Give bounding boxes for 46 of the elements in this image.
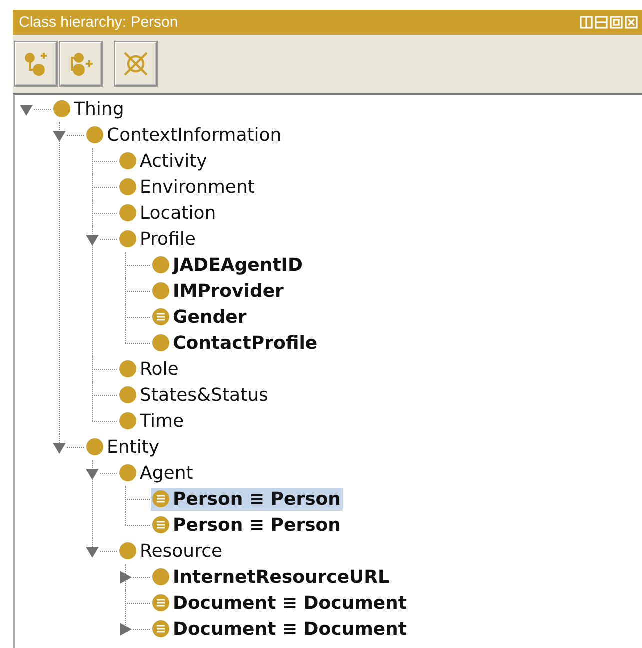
add-subclass-button[interactable] [15,42,57,86]
tree-item[interactable]: Document ≡ Document [151,618,409,640]
tree-item[interactable]: Environment [118,176,257,198]
class-icon [152,282,170,300]
class-icon [152,256,170,274]
tree-item[interactable]: Role [118,358,181,380]
class-icon [119,360,137,378]
class-icon [119,204,137,222]
tree-item[interactable]: Resource [118,540,225,562]
tree-item[interactable]: Gender [151,306,249,328]
tree-item[interactable]: Activity [118,150,210,172]
class-icon [119,178,137,196]
add-sibling-button[interactable] [60,42,102,86]
class-icon [119,412,137,430]
tree-item[interactable]: Location [118,202,218,224]
panel-title: Class hierarchy: Person [19,14,178,31]
class-icon [86,438,104,456]
tree-item[interactable]: InternetResourceURL [151,566,392,588]
tree-item[interactable]: JADEAgentID [151,254,305,276]
class-icon [53,100,71,118]
tree-item[interactable]: ContextInformation [85,124,284,146]
delete-button[interactable] [115,42,157,86]
class-icon [119,230,137,248]
expand-arrow-icon[interactable] [118,570,132,584]
class-icon [119,152,137,170]
tree-item[interactable]: Person ≡ Person [151,514,343,536]
tree-item[interactable]: ContactProfile [151,332,320,354]
class-icon [152,568,170,586]
tree-item[interactable]: Agent [118,462,196,484]
tree-item[interactable]: Thing [52,98,126,120]
add-subclass-icon [23,51,49,77]
delete-class-icon [122,50,150,78]
tree-item[interactable]: Person ≡ Person [151,488,343,510]
tree-item[interactable]: States&Status [118,384,270,406]
class-icon [119,386,137,404]
tree-item[interactable]: Document ≡ Document [151,592,409,614]
tree-item[interactable]: Entity [85,436,162,458]
class-icon [119,542,137,560]
tree-item[interactable]: IMProvider [151,280,286,302]
add-sibling-icon [68,51,94,77]
tree-item[interactable]: Profile [118,228,198,250]
tree-item[interactable]: Time [118,410,186,432]
class-icon [152,334,170,352]
expand-arrow-icon[interactable] [118,622,132,636]
class-icon [86,126,104,144]
class-icon [119,464,137,482]
